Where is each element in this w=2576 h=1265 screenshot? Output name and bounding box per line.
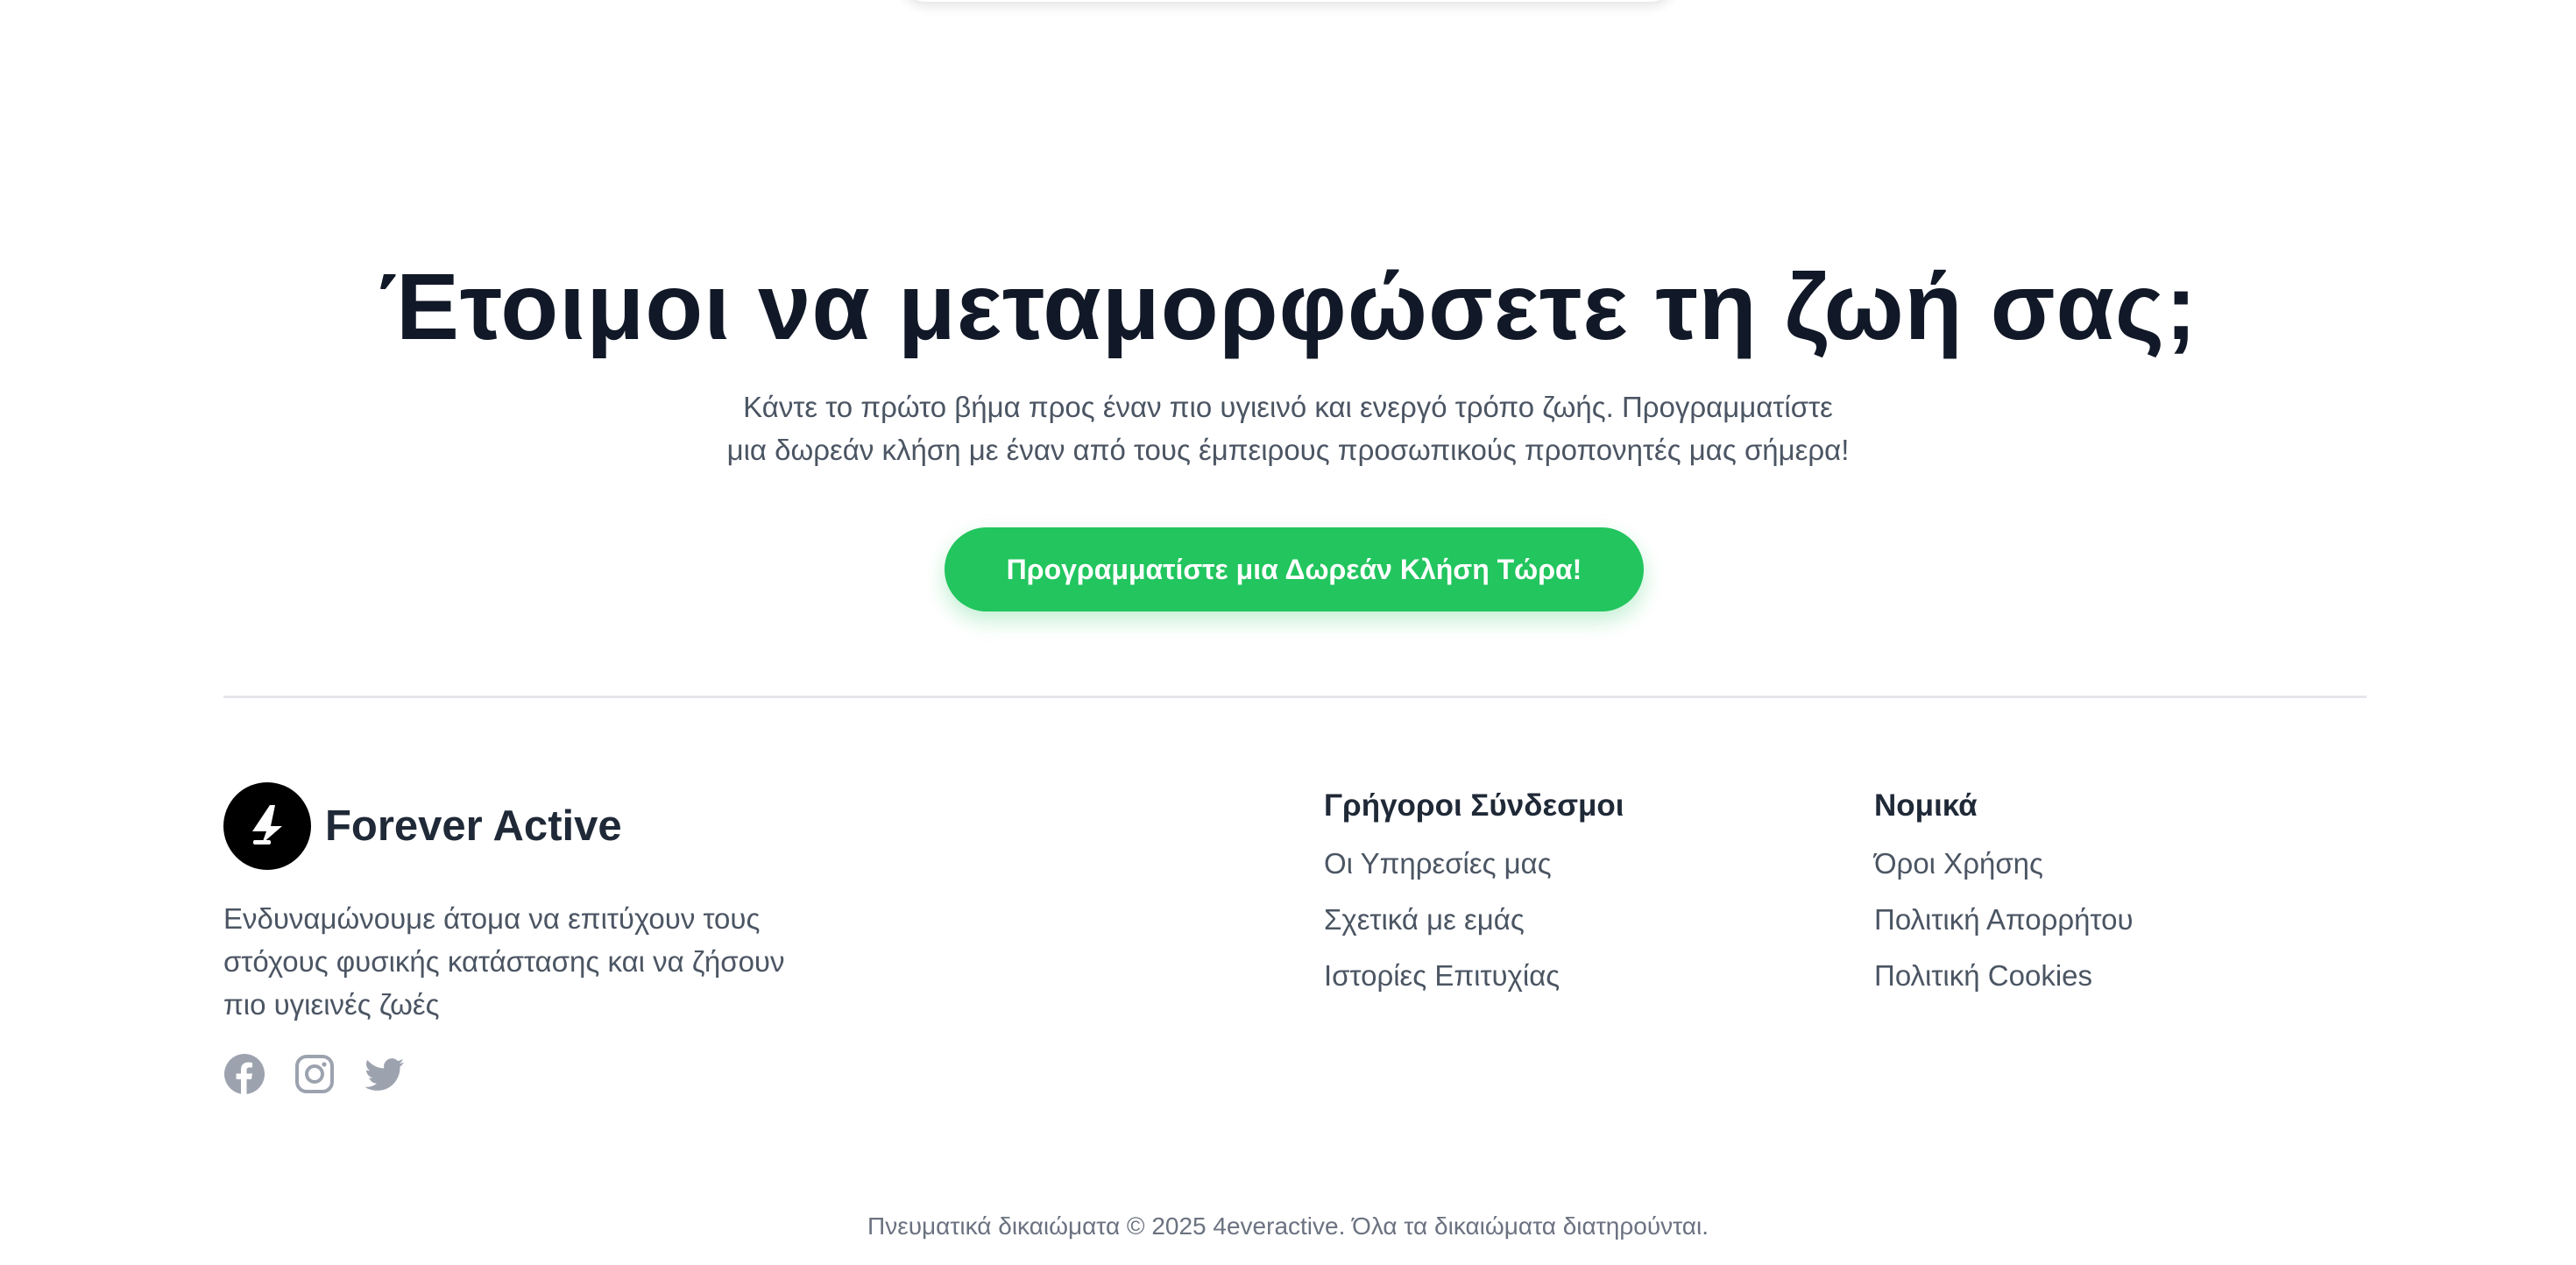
footer-link-success-stories[interactable]: Ιστορίες Επιτυχίας xyxy=(1324,955,1624,997)
brand-description-line: Ενδυναμώνουμε άτομα να επιτύχουν τους xyxy=(223,902,761,935)
schedule-free-call-button[interactable]: Προγραμματίστε μια Δωρεάν Κλήση Τώρα! xyxy=(945,527,1644,611)
quick-links-title: Γρήγοροι Σύνδεσμοι xyxy=(1324,788,1624,823)
footer-link-privacy[interactable]: Πολιτική Απορρήτου xyxy=(1874,899,2134,941)
social-links xyxy=(223,1053,434,1095)
cta-subtitle-line: μια δωρεάν κλήση με έναν από τους έμπειρ… xyxy=(726,434,1850,466)
footer-link-about[interactable]: Σχετικά με εμάς xyxy=(1324,899,1624,941)
copyright-text: Πνευματικά δικαιώματα © 2025 4everactive… xyxy=(867,1212,1709,1240)
footer-link-services[interactable]: Οι Υπηρεσίες μας xyxy=(1324,843,1624,885)
footer-link-terms[interactable]: Όροι Χρήσης xyxy=(1874,843,2134,885)
instagram-icon[interactable] xyxy=(294,1053,336,1095)
brand-description-line: πιο υγιεινές ζωές xyxy=(223,988,440,1021)
cta-title: Έτοιμοι να μεταμορφώσετε τη ζωή σας; xyxy=(378,253,2198,359)
brand-description: Ενδυναμώνουμε άτομα να επιτύχουν τους στ… xyxy=(223,897,854,1026)
facebook-icon[interactable] xyxy=(223,1053,265,1095)
legal-links-column: Νομικά Όροι Χρήσης Πολιτική Απορρήτου Πο… xyxy=(1874,785,2134,1011)
twitter-icon[interactable] xyxy=(364,1053,406,1095)
4-logo-icon xyxy=(223,782,311,870)
footer-brand[interactable]: Forever Active xyxy=(223,782,622,870)
legal-title: Νομικά xyxy=(1874,788,1978,823)
footer-divider xyxy=(223,696,2367,698)
footer-link-cookies[interactable]: Πολιτική Cookies xyxy=(1874,955,2134,997)
cta-section: Έτοιμοι να μεταμορφώσετε τη ζωή σας; Κάν… xyxy=(0,0,2576,631)
quick-links-column: Γρήγοροι Σύνδεσμοι Οι Υπηρεσίες μας Σχετ… xyxy=(1324,785,1624,1011)
cta-subtitle: Κάντε το πρώτο βήμα προς έναν πιο υγιειν… xyxy=(0,385,2576,471)
cta-subtitle-line: Κάντε το πρώτο βήμα προς έναν πιο υγιειν… xyxy=(743,391,1833,423)
brand-name: Forever Active xyxy=(325,802,622,850)
brand-description-line: στόχους φυσικής κατάστασης και να ζήσουν xyxy=(223,945,785,978)
